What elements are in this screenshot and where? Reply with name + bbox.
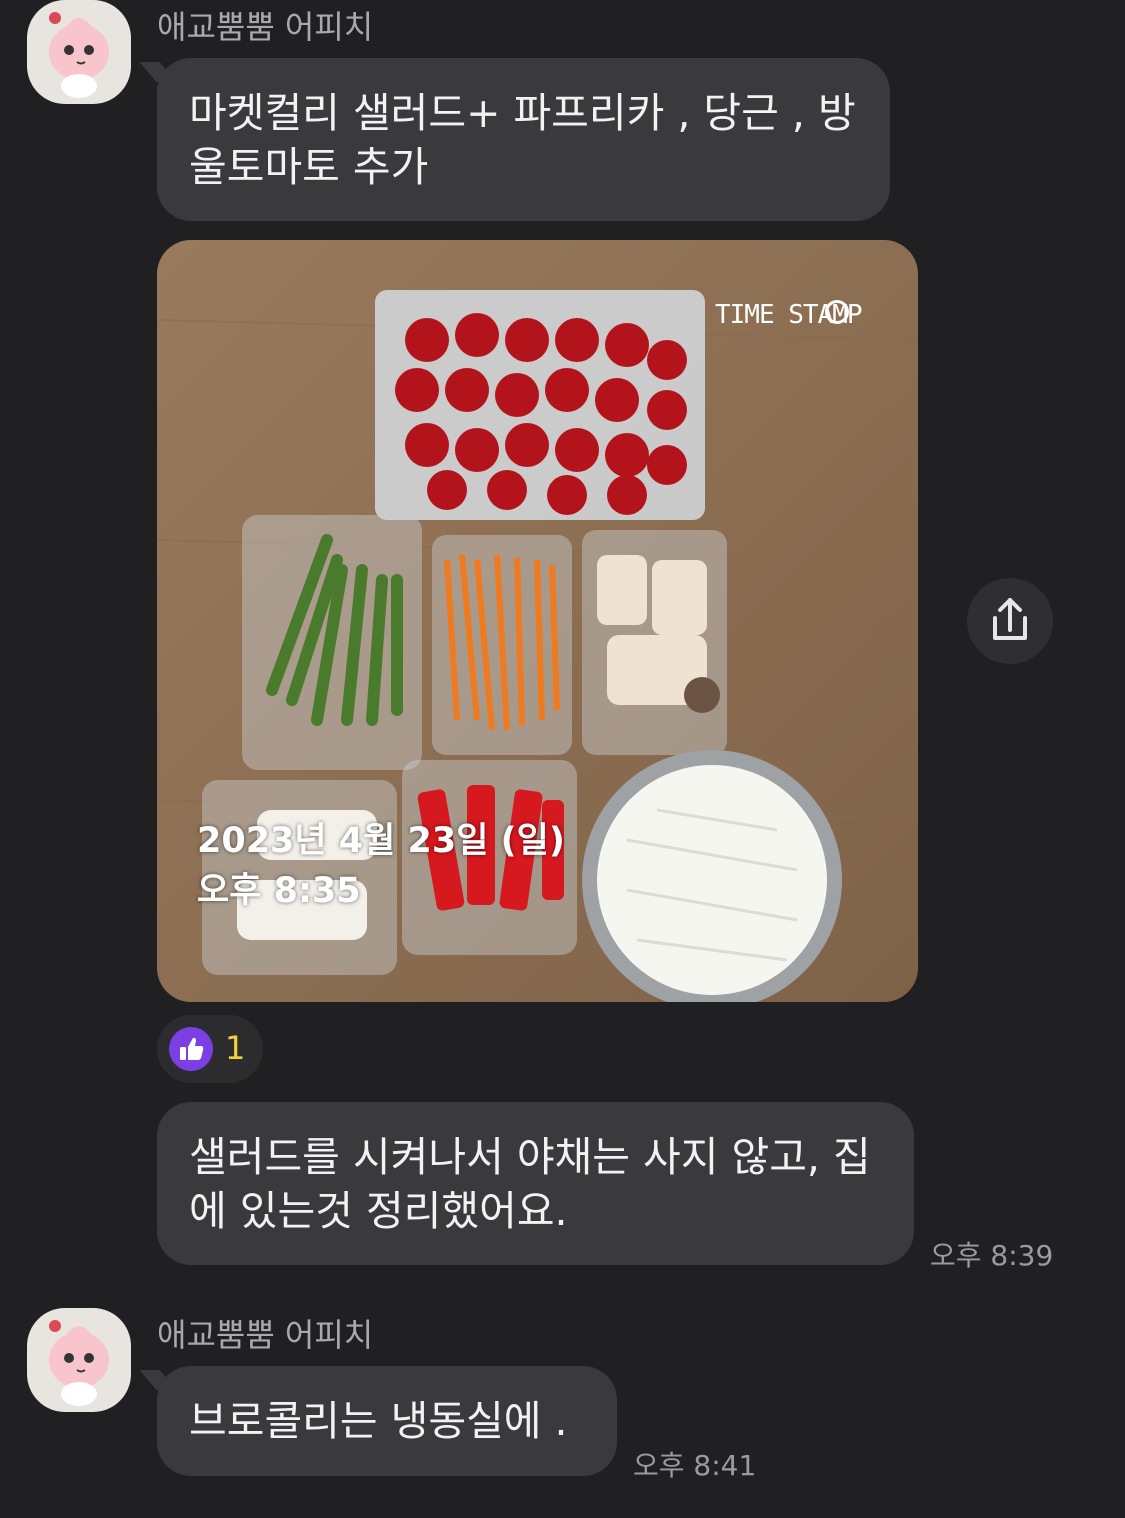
share-button[interactable] [967,578,1053,664]
peach-character-icon [49,12,109,98]
reaction-chip[interactable]: 1 [157,1015,263,1083]
message-text-line: 에 있는것 정리했어요. [189,1187,568,1235]
photo-message[interactable]: TIME STAMP 2023년 4월 23일 (일) 오후 8:35 [157,240,918,1002]
message-time: 오후 8:41 [633,1449,757,1482]
message-text-line: 울토마토 추가 [189,143,429,191]
sender-name: 애교뿜뿜 어피치 [157,8,374,46]
message-bubble[interactable]: 브로콜리는 냉동실에 . [157,1366,617,1476]
timestamp-time: 오후 8:35 [197,871,361,911]
share-icon [993,598,1027,640]
timestamp-date: 2023년 4월 23일 (일) [197,821,565,861]
avatar[interactable] [27,0,131,104]
avatar[interactable] [27,1308,131,1412]
clock-icon [825,300,849,324]
message-text-line: 샐러드를 시켜나서 야채는 사지 않고, 집 [189,1133,871,1181]
message-text-line: 마켓컬리 샐러드+ 파프리카 , 당근 , 방 [189,89,856,137]
message-time: 오후 8:39 [930,1239,1054,1272]
message-bubble[interactable]: 샐러드를 시켜나서 야채는 사지 않고, 집 에 있는것 정리했어요. [157,1102,914,1265]
message-text: 브로콜리는 냉동실에 . [189,1397,568,1445]
sender-name: 애교뿜뿜 어피치 [157,1316,374,1354]
thumbs-up-icon [169,1027,213,1071]
message-bubble[interactable]: 마켓컬리 샐러드+ 파프리카 , 당근 , 방 울토마토 추가 [157,58,890,221]
peach-character-icon [49,1320,109,1406]
reaction-count: 1 [225,1029,246,1067]
